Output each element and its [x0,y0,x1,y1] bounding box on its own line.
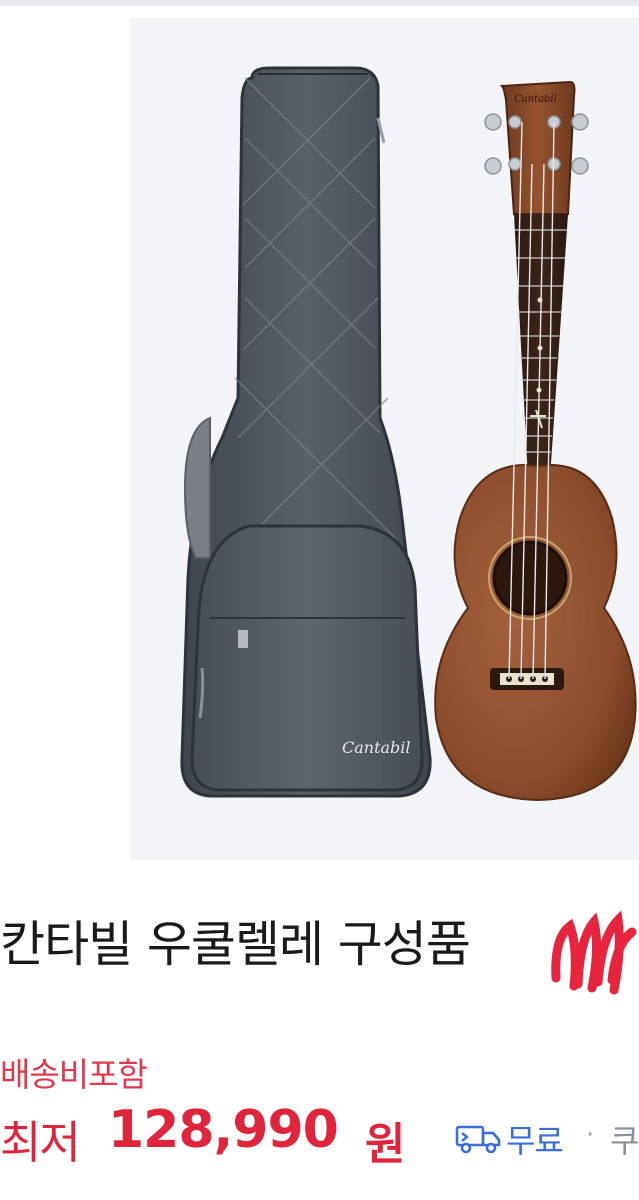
shipping-included-label: 배송비포함 [0,1055,148,1094]
free-delivery-label[interactable]: 무료 [506,1116,564,1162]
delivery-truck-icon [455,1125,501,1154]
headstock-logo-text: Cantabil [514,94,557,105]
gig-bag: Cantabil [180,66,432,798]
ukulele-and-gig-bag-illustration: Cantabil Cantabil [180,66,637,802]
ukulele: Cantabil [434,80,637,802]
price-currency-unit: 원 [365,1119,406,1170]
lowest-price-label: 최저 [0,1116,81,1169]
truncated-delivery-text: 쿠 [610,1122,639,1160]
scribble-redaction [551,910,637,995]
price-row: 최저 128,990 원 무료 · 쿠 [0,1098,639,1178]
top-divider [0,0,639,6]
separator-dot: · [586,1120,595,1150]
bag-logo-text: Cantabil [342,738,411,757]
product-title[interactable]: 칸타빌 우쿨렐레 구성품 [0,905,639,985]
product-image[interactable]: Cantabil Cantabil [130,18,639,860]
price-value: 128,990 [108,1100,339,1160]
